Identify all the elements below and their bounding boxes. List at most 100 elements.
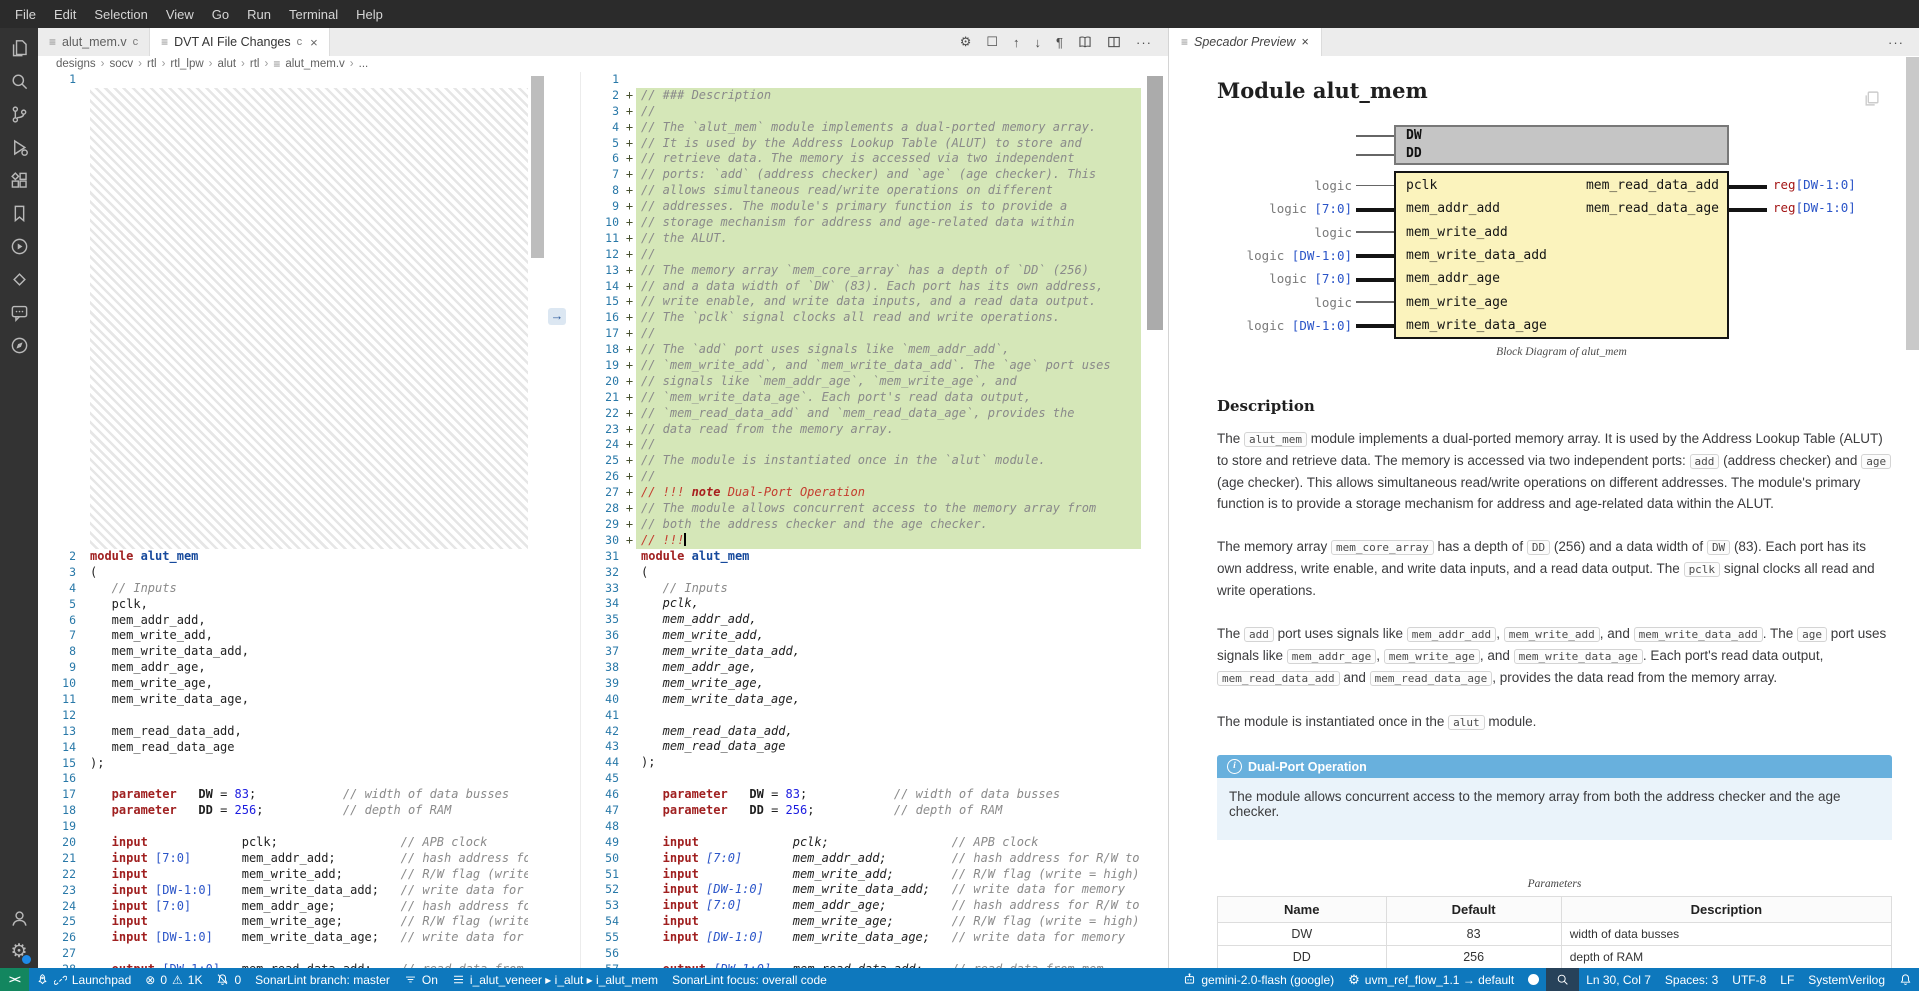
code-line[interactable]: 2+// ### Description	[581, 88, 1141, 104]
diff-change-arrow-button[interactable]: →	[548, 308, 566, 325]
more-actions-icon[interactable]: ···	[1888, 35, 1919, 50]
menu-item-go[interactable]: Go	[203, 7, 238, 22]
breadcrumb-item[interactable]: designs	[56, 58, 96, 70]
breadcrumb-item[interactable]: socv	[109, 58, 133, 70]
menu-item-terminal[interactable]: Terminal	[280, 7, 347, 22]
tab-alut-mem-v[interactable]: ≡alut_mem.vc	[38, 28, 150, 56]
code-line[interactable]: 50 input [7:0] mem_addr_add; // hash add…	[581, 851, 1141, 867]
status-remote-indicator[interactable]: ><	[0, 968, 29, 991]
code-line[interactable]: 26 input [DW-1:0] mem_write_data_age; //…	[38, 930, 528, 946]
menu-item-view[interactable]: View	[157, 7, 203, 22]
code-line[interactable]: 9 mem_addr_age,	[38, 660, 528, 676]
code-line[interactable]: 20 input pclk; // APB clock	[38, 835, 528, 851]
code-line[interactable]: 42 mem_read_data_add,	[581, 724, 1141, 740]
code-line[interactable]: 11 mem_write_data_age,	[38, 692, 528, 708]
preview-scrollbar-thumb[interactable]	[1906, 57, 1919, 350]
code-line[interactable]: 7+// ports: `add` (address checker) and …	[581, 167, 1141, 183]
code-line[interactable]: 6 mem_addr_add,	[38, 613, 528, 629]
code-line[interactable]: 53 input [7:0] mem_addr_age; // hash add…	[581, 898, 1141, 914]
copy-icon[interactable]	[1863, 90, 1880, 110]
code-line[interactable]: 27+// !!! note Dual-Port Operation	[581, 485, 1141, 501]
code-line[interactable]: 32(	[581, 565, 1141, 581]
breadcrumb-item[interactable]: rtl	[250, 58, 260, 70]
code-line[interactable]: 3+//	[581, 104, 1141, 120]
tab-dvt-ai-file-changes[interactable]: ≡DVT AI File Changesc×	[150, 28, 330, 56]
box-icon[interactable]: ☐	[986, 34, 998, 50]
code-line[interactable]: 49 input pclk; // APB clock	[581, 835, 1141, 851]
code-line[interactable]: 22 input mem_write_add; // R/W flag (wri…	[38, 867, 528, 883]
code-line[interactable]: 4+// The `alut_mem` module implements a …	[581, 120, 1141, 136]
code-line[interactable]: 21 input [7:0] mem_addr_add; // hash add…	[38, 851, 528, 867]
tab-specador-preview[interactable]: ≡ Specador Preview ×	[1169, 28, 1322, 56]
status-notifications-muted[interactable]: 0	[209, 968, 248, 991]
code-line[interactable]: 18+// The `add` port uses signals like `…	[581, 342, 1141, 358]
more-icon[interactable]: ···	[1136, 35, 1152, 50]
breadcrumb-item[interactable]: alut	[218, 58, 237, 70]
account-icon[interactable]	[0, 902, 38, 935]
code-line[interactable]: 17+//	[581, 326, 1141, 342]
code-line[interactable]: 21+// `mem_write_data_age`. Each port's …	[581, 390, 1141, 406]
code-line[interactable]: 27	[38, 946, 528, 962]
code-line[interactable]: 35 mem_addr_add,	[581, 612, 1141, 628]
code-line[interactable]: 56	[581, 946, 1141, 962]
menu-item-run[interactable]: Run	[238, 7, 280, 22]
close-icon[interactable]: ×	[1301, 35, 1308, 49]
code-line[interactable]: 46 parameter DW = 83; // width of data b…	[581, 787, 1141, 803]
gear-icon[interactable]: ⚙	[960, 34, 972, 50]
code-line[interactable]: 33 // Inputs	[581, 581, 1141, 597]
code-line[interactable]: 16+// The `pclk` signal clocks all read …	[581, 310, 1141, 326]
code-line[interactable]: 13+// The memory array `mem_core_array` …	[581, 263, 1141, 279]
code-line[interactable]: 17 parameter DW = 83; // width of data b…	[38, 787, 528, 803]
code-line[interactable]: 44);	[581, 755, 1141, 771]
code-line[interactable]: 12	[38, 708, 528, 724]
source-control-icon[interactable]	[0, 98, 38, 131]
code-line[interactable]: 15+// write enable, and write data input…	[581, 294, 1141, 310]
code-line[interactable]: 20+// signals like `mem_addr_age`, `mem_…	[581, 374, 1141, 390]
code-line[interactable]: 25+// The module is instantiated once in…	[581, 453, 1141, 469]
right-scrollbar-thumb[interactable]	[1147, 76, 1163, 330]
status-hierarchy-path[interactable]: i_alut_veneer ▸ i_alut ▸ i_alut_mem	[445, 968, 665, 991]
code-line[interactable]: 36 mem_write_add,	[581, 628, 1141, 644]
code-line[interactable]: 28+// The module allows concurrent acces…	[581, 501, 1141, 517]
menu-item-edit[interactable]: Edit	[45, 7, 85, 22]
code-line[interactable]: 1	[581, 72, 1141, 88]
code-line[interactable]: 8+// allows simultaneous read/write oper…	[581, 183, 1141, 199]
code-line[interactable]: 14+// and a data width of `DW` (83). Eac…	[581, 279, 1141, 295]
code-line[interactable]: 26+//	[581, 469, 1141, 485]
code-line[interactable]: 25 input mem_write_age; // R/W flag (wri…	[38, 914, 528, 930]
status-search-status[interactable]	[1546, 968, 1579, 991]
code-line[interactable]: 34 pclk,	[581, 596, 1141, 612]
code-line[interactable]: 19+// `mem_write_add`, and `mem_write_da…	[581, 358, 1141, 374]
code-line[interactable]: 52 input [DW-1:0] mem_write_data_add; //…	[581, 882, 1141, 898]
code-line[interactable]: 6+// retrieve data. The memory is access…	[581, 151, 1141, 167]
code-line[interactable]: 47 parameter DD = 256; // depth of RAM	[581, 803, 1141, 819]
extensions-icon[interactable]	[0, 164, 38, 197]
arrow-down-icon[interactable]: ↓	[1035, 35, 1042, 50]
code-line[interactable]: 3(	[38, 565, 528, 581]
code-line[interactable]: 22+// `mem_read_data_add` and `mem_read_…	[581, 406, 1141, 422]
code-line[interactable]: 15);	[38, 756, 528, 772]
status-theme-circle[interactable]	[1521, 968, 1546, 991]
status-lint-toggle[interactable]: On	[397, 968, 445, 991]
code-line[interactable]: 39 mem_write_age,	[581, 676, 1141, 692]
status-encoding[interactable]: UTF-8	[1725, 968, 1773, 991]
code-line[interactable]: 29+// both the address checker and the a…	[581, 517, 1141, 533]
search-icon[interactable]	[0, 65, 38, 98]
status-ai-model[interactable]: gemini-2.0-flash (google)	[1176, 968, 1341, 991]
status-notifications[interactable]	[1892, 968, 1919, 991]
code-line[interactable]: 55 input [DW-1:0] mem_write_data_age; //…	[581, 930, 1141, 946]
code-line[interactable]: 23+// data read from the memory array.	[581, 422, 1141, 438]
code-line[interactable]: 37 mem_write_data_add,	[581, 644, 1141, 660]
menu-item-selection[interactable]: Selection	[85, 7, 156, 22]
status-problems[interactable]: ⊗0⚠1K	[138, 968, 209, 991]
code-line[interactable]: 9+// addresses. The module's primary fun…	[581, 199, 1141, 215]
code-line[interactable]: 54 input mem_write_age; // R/W flag (wri…	[581, 914, 1141, 930]
pilcrow-icon[interactable]: ¶	[1056, 35, 1063, 50]
menu-item-file[interactable]: File	[6, 7, 45, 22]
bookmark-icon[interactable]	[0, 197, 38, 230]
left-scrollbar-thumb[interactable]	[531, 76, 544, 258]
comments-icon[interactable]	[0, 296, 38, 329]
code-line[interactable]: 16	[38, 771, 528, 787]
compass-icon[interactable]	[0, 329, 38, 362]
split-editor-icon[interactable]	[1107, 35, 1121, 49]
